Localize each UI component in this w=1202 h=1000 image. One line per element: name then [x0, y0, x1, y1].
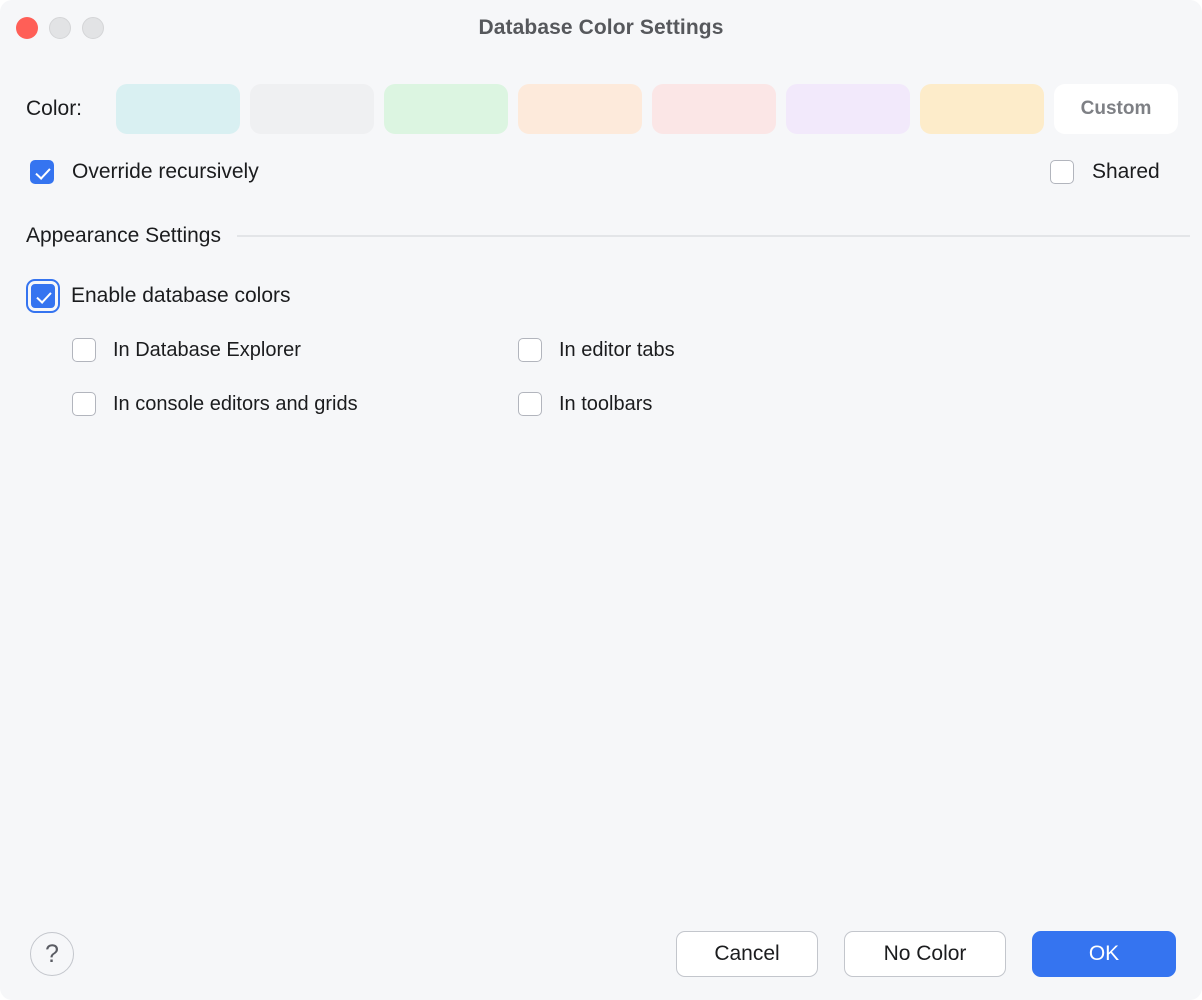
in-console-editors-and-grids-label: In console editors and grids — [113, 393, 358, 416]
title-bar: Database Color Settings — [0, 0, 1202, 56]
enable-database-colors-checkbox[interactable] — [31, 284, 55, 308]
color-swatch-cyan[interactable] — [116, 84, 240, 134]
appearance-settings-title: Appearance Settings — [26, 224, 221, 248]
shared-label: Shared — [1092, 160, 1160, 184]
shared-checkbox-row[interactable]: Shared — [1050, 160, 1160, 184]
enable-database-colors-checkbox-row[interactable]: Enable database colors — [26, 279, 291, 313]
appearance-settings-header: Appearance Settings — [26, 224, 1190, 248]
color-label: Color: — [26, 84, 82, 134]
override-recursively-label: Override recursively — [72, 160, 259, 184]
no-color-button[interactable]: No Color — [844, 931, 1006, 977]
override-recursively-checkbox-row[interactable]: Override recursively — [30, 160, 259, 184]
in-editor-tabs-label: In editor tabs — [559, 339, 675, 362]
in-console-editors-and-grids-checkbox[interactable] — [72, 392, 96, 416]
in-database-explorer-label: In Database Explorer — [113, 339, 301, 362]
custom-color-button[interactable]: Custom — [1054, 84, 1178, 134]
database-color-settings-dialog: Database Color Settings Color: Custom Ov… — [0, 0, 1202, 1000]
color-swatch-green[interactable] — [384, 84, 508, 134]
color-selection-row: Color: Custom — [0, 84, 1202, 134]
override-recursively-checkbox[interactable] — [30, 160, 54, 184]
color-swatch-peach[interactable] — [518, 84, 642, 134]
in-toolbars-label: In toolbars — [559, 393, 652, 416]
cancel-button[interactable]: Cancel — [676, 931, 818, 977]
help-icon[interactable]: ? — [30, 932, 74, 976]
color-swatch-gray[interactable] — [250, 84, 374, 134]
color-swatch-pink[interactable] — [652, 84, 776, 134]
in-editor-tabs-checkbox-row[interactable]: In editor tabs — [518, 338, 675, 362]
section-divider — [237, 235, 1190, 237]
ok-button[interactable]: OK — [1032, 931, 1176, 977]
in-editor-tabs-checkbox[interactable] — [518, 338, 542, 362]
color-swatch-amber[interactable] — [920, 84, 1044, 134]
in-console-editors-and-grids-checkbox-row[interactable]: In console editors and grids — [72, 392, 358, 416]
color-swatch-lavender[interactable] — [786, 84, 910, 134]
color-swatch-list: Custom — [116, 84, 1178, 134]
in-database-explorer-checkbox-row[interactable]: In Database Explorer — [72, 338, 301, 362]
enable-database-colors-label: Enable database colors — [71, 284, 291, 308]
shared-checkbox[interactable] — [1050, 160, 1074, 184]
in-toolbars-checkbox[interactable] — [518, 392, 542, 416]
in-toolbars-checkbox-row[interactable]: In toolbars — [518, 392, 652, 416]
in-database-explorer-checkbox[interactable] — [72, 338, 96, 362]
enable-database-colors-focus-ring — [26, 279, 60, 313]
page-title: Database Color Settings — [0, 0, 1202, 56]
dialog-button-bar: Cancel No Color OK — [676, 931, 1176, 977]
